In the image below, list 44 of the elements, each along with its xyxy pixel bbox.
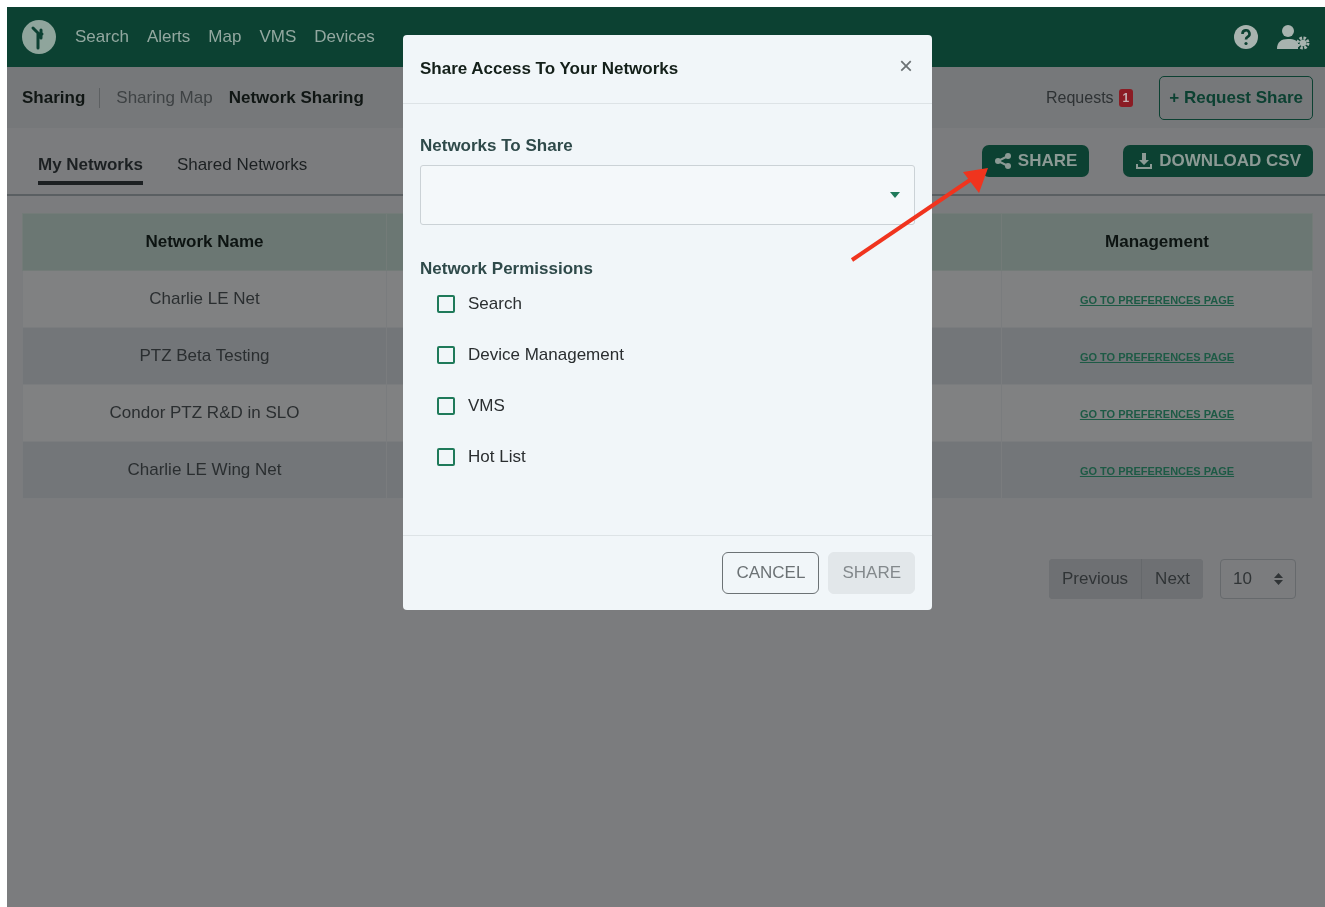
requests-link[interactable]: Requests xyxy=(1046,88,1114,107)
help-icon[interactable] xyxy=(1233,24,1259,50)
checkbox[interactable] xyxy=(437,346,455,364)
nav-link[interactable]: Devices xyxy=(314,27,375,47)
close-button[interactable]: × xyxy=(897,52,915,80)
checkbox-label[interactable]: VMS xyxy=(468,396,505,416)
tree-logo-icon[interactable] xyxy=(21,19,57,55)
checkbox[interactable] xyxy=(437,295,455,313)
caret-icon xyxy=(890,192,900,198)
column-header: Network Name xyxy=(22,213,387,271)
subnav-link[interactable]: Network Sharing xyxy=(228,87,364,108)
checkbox[interactable] xyxy=(437,448,455,466)
share-button[interactable]: SHARE xyxy=(981,145,1090,177)
section-label: Network Permissions xyxy=(420,259,594,279)
request-share-button[interactable]: + Request Share xyxy=(1159,75,1313,120)
dialog-title: Share Access To Your Networks xyxy=(420,59,679,79)
nav-link[interactable]: Search xyxy=(75,27,129,47)
checkbox-label[interactable]: Search xyxy=(468,294,522,314)
preferences-link[interactable]: GO TO PREFERENCES PAGE xyxy=(1079,294,1235,306)
field-label: Networks To Share xyxy=(420,136,574,156)
cancel-button[interactable]: CANCEL xyxy=(722,552,820,594)
share-icon xyxy=(993,152,1012,170)
checkbox-label[interactable]: Device Management xyxy=(468,345,624,365)
download-icon xyxy=(1135,152,1154,170)
checkbox-label[interactable]: Hot List xyxy=(468,447,526,467)
download-button[interactable]: DOWNLOAD CSV xyxy=(1123,145,1313,177)
tab[interactable]: My Networks xyxy=(38,147,143,185)
user-settings-icon[interactable] xyxy=(1277,24,1311,50)
nav-link[interactable]: Map xyxy=(208,27,242,47)
table-cell: Condor PTZ R&D in SLO xyxy=(22,384,387,442)
page-size-select[interactable]: 10 xyxy=(1220,559,1296,599)
sort-icon xyxy=(1274,573,1283,585)
table-cell: PTZ Beta Testing xyxy=(22,327,387,385)
tab[interactable]: Shared Networks xyxy=(176,147,308,185)
nav-link[interactable]: Alerts xyxy=(146,27,191,47)
column-header: Management xyxy=(1001,213,1313,271)
table-cell: Charlie LE Wing Net xyxy=(22,441,387,499)
count-badge: 1 xyxy=(1118,88,1134,107)
nav-link[interactable]: VMS xyxy=(259,27,297,47)
subnav-link[interactable]: Sharing Map xyxy=(116,87,213,108)
preferences-link[interactable]: GO TO PREFERENCES PAGE xyxy=(1079,408,1235,420)
table-cell: Charlie LE Net xyxy=(22,270,387,328)
checkbox[interactable] xyxy=(437,397,455,415)
section-title: Sharing xyxy=(22,87,101,108)
